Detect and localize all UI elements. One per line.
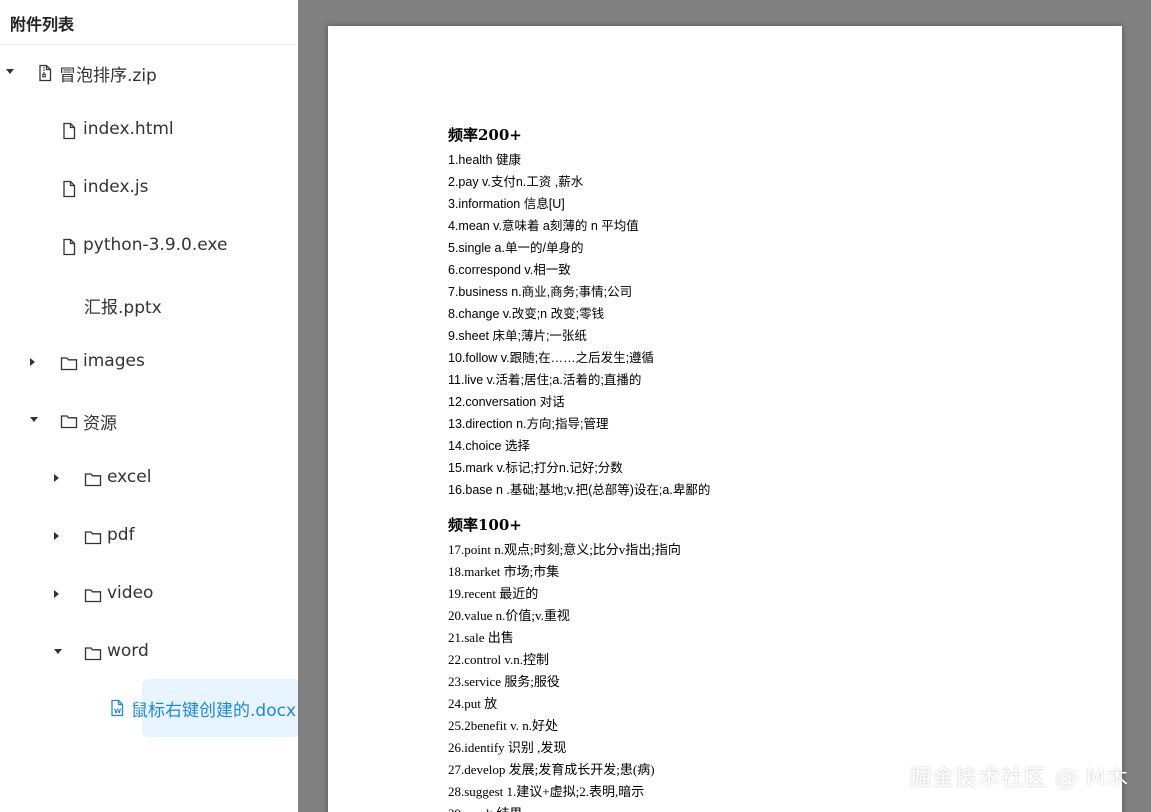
vocabulary-line: 28.suggest 1.建议+虚拟;2.表明,暗示 (448, 784, 645, 799)
tree-node[interactable]: 汇报.pptx (0, 276, 298, 334)
caret-down-icon[interactable] (54, 649, 62, 654)
file-icon (60, 238, 78, 256)
tree-node-label: index.js (83, 177, 149, 197)
tree-node-label: video (107, 583, 154, 603)
caret-down-icon[interactable] (6, 69, 14, 74)
vocabulary-line: 1.health 健康 (448, 153, 521, 167)
caret-right-icon[interactable] (54, 590, 59, 598)
vocabulary-line: 25.2benefit v. n.好处 (448, 718, 558, 733)
vocabulary-line: 5.single a.单一的/单身的 (448, 241, 584, 255)
tree-node[interactable]: word (0, 624, 298, 682)
tree-node-label: 鼠标右键创建的.docx (131, 701, 297, 721)
vocabulary-line: 7.business n.商业,商务;事情;公司 (448, 285, 633, 299)
vocabulary-line: 11.live v.活着;居住;a.活着的;直播的 (448, 373, 642, 387)
caret-down-icon[interactable] (30, 417, 38, 422)
vocabulary-line: 4.mean v.意味着 a刻薄的 n 平均值 (448, 219, 639, 233)
attachment-sidebar: 附件列表 冒泡排序.zip index.html index.js python-3.… (0, 0, 298, 812)
tree-node[interactable]: 资源 (0, 392, 298, 450)
tree-node-label: excel (107, 467, 152, 487)
file-icon (60, 122, 78, 140)
vocabulary-line: 2.pay v.支付n.工资 ,薪水 (448, 175, 584, 189)
tree-node-label: 资源 (83, 414, 117, 434)
tree-node-label: word (107, 641, 149, 661)
zip-file-icon (36, 64, 54, 82)
vocabulary-line: 19.recent 最近的 (448, 586, 539, 601)
vocabulary-line: 9.sheet 床单;薄片;一张纸 (448, 329, 587, 343)
caret-right-icon[interactable] (54, 532, 59, 540)
tree-node[interactable]: images (0, 334, 298, 392)
caret-right-icon[interactable] (30, 358, 35, 366)
section-heading: 频率100+ (448, 516, 522, 534)
tree-node-label: index.html (83, 119, 174, 139)
tree-node-label: 冒泡排序.zip (59, 66, 157, 86)
vocabulary-line: 3.information 信息[U] (448, 197, 565, 211)
vocabulary-line: 17.point n.观点;时刻;意义;比分v指出;指向 (448, 542, 681, 557)
caret-right-icon[interactable] (54, 474, 59, 482)
vocabulary-line: 29.result 结果 (448, 803, 522, 812)
tree-node[interactable]: python-3.9.0.exe (0, 218, 298, 276)
tree-node-label: 汇报.pptx (84, 298, 162, 318)
vocabulary-line: 16.base n .基础;基地;v.把(总部等)设在;a.卑鄙的 (448, 483, 711, 497)
vocabulary-line: 12.conversation 对话 (448, 395, 565, 409)
tree-node[interactable]: pdf (0, 508, 298, 566)
vocabulary-line: 14.choice 选择 (448, 439, 530, 453)
vocabulary-line: 21.sale 出售 (448, 630, 514, 645)
word-file-icon: W (108, 699, 126, 717)
file-icon (60, 180, 78, 198)
vocabulary-line: 24.put 放 (448, 696, 498, 711)
vocabulary-line: 8.change v.改变;n 改变;零钱 (448, 307, 605, 321)
folder-icon (60, 412, 78, 430)
tree-node[interactable]: index.js (0, 160, 298, 218)
vocabulary-line: 10.follow v.跟随;在……之后发生;遵循 (448, 351, 655, 365)
tree-node[interactable]: 冒泡排序.zip (0, 44, 298, 102)
document-viewer[interactable]: 频率200+ 1.health 健康 2.pay v.支付n.工资 ,薪水 3.inf… (298, 0, 1151, 812)
sidebar-header: 附件列表 (0, 0, 298, 45)
vocabulary-line: 15.mark v.标记;打分n.记好;分数 (448, 461, 623, 475)
vocabulary-line: 18.market 市场;市集 (448, 564, 560, 579)
watermark: 掘金技术社区 @ M木 (909, 766, 1129, 791)
folder-icon (84, 528, 102, 546)
tree-node[interactable]: excel (0, 450, 298, 508)
tree-node-label: pdf (107, 525, 135, 545)
vocabulary-line: 6.correspond v.相一致 (448, 263, 571, 277)
svg-text:W: W (114, 707, 121, 715)
vocabulary-line: 26.identify 识别 ,发现 (448, 740, 567, 755)
vocabulary-line: 23.service 服务;服役 (448, 674, 560, 689)
sidebar-title: 附件列表 (10, 15, 75, 34)
folder-icon (84, 470, 102, 488)
folder-icon (84, 586, 102, 604)
tree-node[interactable]: index.html (0, 102, 298, 160)
vocabulary-line: 27.develop 发展;发育成长开发;患(病) (448, 762, 655, 777)
vocabulary-line: 20.value n.价值;v.重视 (448, 608, 570, 623)
tree-node-label: python-3.9.0.exe (83, 235, 228, 255)
folder-icon (84, 644, 102, 662)
section-heading: 频率200+ (448, 126, 522, 144)
tree-node-label: images (83, 351, 145, 371)
vocabulary-line: 22.control v.n.控制 (448, 652, 549, 667)
vocabulary-line: 13.direction n.方向;指导;管理 (448, 417, 609, 431)
tree-node[interactable]: video (0, 566, 298, 624)
folder-icon (60, 354, 78, 372)
document-page: 频率200+ 1.health 健康 2.pay v.支付n.工资 ,薪水 3.inf… (328, 26, 1122, 812)
tree-node[interactable]: W 鼠标右键创建的.docx (111, 679, 298, 737)
